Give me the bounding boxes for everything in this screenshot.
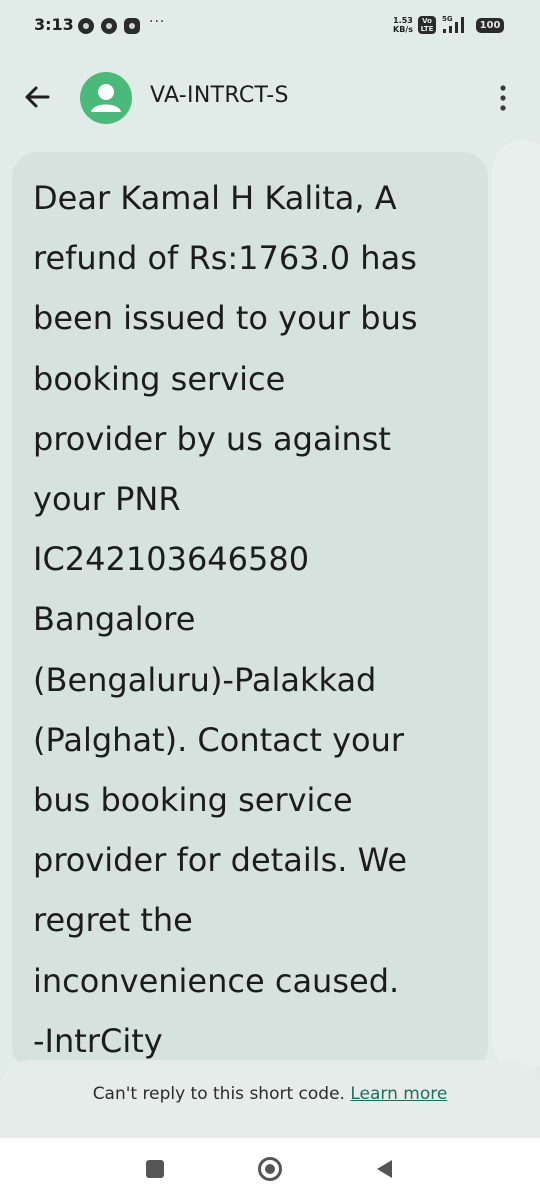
background-panel: [492, 140, 540, 1070]
svg-text:5G: 5G: [442, 15, 453, 23]
volte-top: Vo: [422, 17, 432, 25]
message-bubble[interactable]: Dear Kamal H Kalita, A refund of Rs:1763…: [12, 152, 488, 1072]
app-bar: VA-INTRCT-S: [0, 56, 540, 138]
more-vert-icon[interactable]: [490, 82, 516, 114]
message-text: Dear Kamal H Kalita, A refund of Rs:1763…: [33, 179, 418, 1060]
network-speed-unit: KB/s: [393, 25, 413, 34]
reply-notice-text: Can't reply to this short code.: [92, 1084, 345, 1104]
person-icon: [91, 84, 121, 112]
more-notifications-icon: ···: [149, 14, 166, 30]
back-arrow-icon[interactable]: [20, 80, 54, 114]
home-icon[interactable]: [258, 1157, 282, 1181]
notification-icon: [124, 18, 140, 34]
network-speed-value: 1.53: [393, 16, 413, 25]
status-bar: 3:13 ··· 1.53 KB/s Vo LTE 5G 100: [0, 0, 540, 56]
network-speed: 1.53 KB/s: [393, 16, 413, 34]
avatar[interactable]: [80, 72, 132, 124]
navigation-bar: [0, 1138, 540, 1200]
recent-apps-icon[interactable]: [146, 1160, 164, 1178]
notification-icon: [78, 18, 94, 34]
reply-notice: Can't reply to this short code. Learn mo…: [0, 1084, 540, 1104]
status-time: 3:13: [34, 15, 74, 34]
battery-icon: 100: [476, 18, 504, 33]
signal-icon: 5G: [442, 15, 464, 33]
contact-name[interactable]: VA-INTRCT-S: [150, 83, 289, 108]
learn-more-link[interactable]: Learn more: [350, 1084, 447, 1104]
volte-icon: Vo LTE: [418, 16, 436, 34]
volte-bottom: LTE: [420, 25, 434, 33]
notification-icon: [101, 18, 117, 34]
nav-back-icon[interactable]: [374, 1158, 394, 1180]
